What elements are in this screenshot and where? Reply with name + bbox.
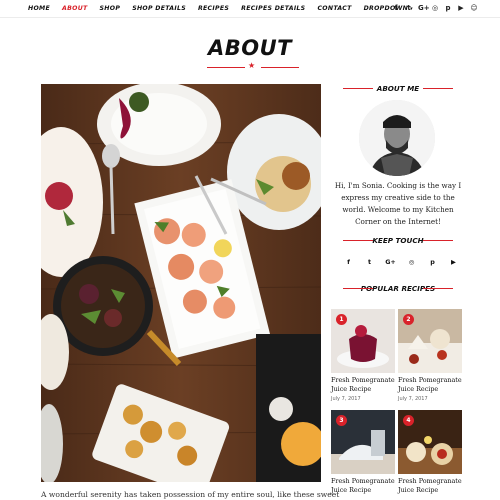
recipe-title[interactable]: Fresh Pomegranate Juice Recipe (331, 477, 395, 495)
youtube-icon[interactable]: ▶ (448, 257, 459, 268)
nav-recipes-details[interactable]: RECIPES DETAILS (241, 5, 305, 12)
recipe-thumbnail: 4 (398, 410, 462, 474)
recipe-thumbnail: 3 (331, 410, 395, 474)
recipe-thumbnail: 2 (398, 309, 462, 373)
keep-touch-social: f t G+ ◎ p ▶ (343, 257, 459, 268)
sidebar: ABOUT ME Hi, I'm Sonia. Cooking is the w… (331, 0, 465, 500)
recipe-rank-badge: 3 (336, 415, 347, 426)
keep-touch-title: KEEP TOUCH (331, 236, 465, 245)
hero-food-image (41, 84, 321, 482)
google-plus-icon[interactable]: G+ (385, 257, 396, 268)
nav-shop[interactable]: SHOP (100, 5, 121, 12)
recipe-rank-badge: 1 (336, 314, 347, 325)
nav-shop-details[interactable]: SHOP DETAILS (132, 5, 186, 12)
about-text: A wonderful serenity has taken possessio… (41, 490, 340, 499)
popular-recipe-card[interactable]: 4 Fresh Pomegranate Juice Recipe (398, 410, 462, 495)
author-bio: Hi, I'm Sonia. Cooking is the way I expr… (334, 181, 462, 226)
nav-home[interactable]: HOME (28, 5, 50, 12)
recipe-thumbnail: 1 (331, 309, 395, 373)
divider-line-left (207, 67, 245, 69)
snapchat-icon[interactable]: ☺ (470, 4, 478, 13)
popular-recipe-card[interactable]: 2 Fresh Pomegranate Juice Recipe July 7,… (398, 309, 462, 402)
facebook-icon[interactable]: f (343, 257, 354, 268)
recipe-date: July 7, 2017 (331, 396, 361, 402)
twitter-icon[interactable]: t (364, 257, 375, 268)
instagram-icon[interactable]: ◎ (406, 257, 417, 268)
divider-line-right (261, 67, 299, 69)
title-divider: ★ (207, 61, 299, 72)
recipe-title[interactable]: Fresh Pomegranate Juice Recipe (398, 376, 462, 394)
nav-about[interactable]: ABOUT (62, 5, 88, 12)
about-me-title: ABOUT ME (331, 84, 465, 93)
star-icon: ★ (248, 61, 256, 70)
recipe-rank-badge: 2 (403, 314, 414, 325)
recipe-rank-badge: 4 (403, 415, 414, 426)
recipe-title[interactable]: Fresh Pomegranate Juice Recipe (331, 376, 395, 394)
author-avatar (359, 100, 435, 176)
popular-recipe-card[interactable]: 3 Fresh Pomegranate Juice Recipe (331, 410, 395, 495)
popular-recipe-card[interactable]: 1 Fresh Pomegranate Juice Recipe July 7,… (331, 309, 395, 402)
popular-recipes-title: POPULAR RECIPES (331, 284, 465, 293)
recipe-title[interactable]: Fresh Pomegranate Juice Recipe (398, 477, 462, 495)
nav-recipes[interactable]: RECIPES (198, 5, 229, 12)
recipe-date: July 7, 2017 (398, 396, 428, 402)
pinterest-icon[interactable]: p (427, 257, 438, 268)
